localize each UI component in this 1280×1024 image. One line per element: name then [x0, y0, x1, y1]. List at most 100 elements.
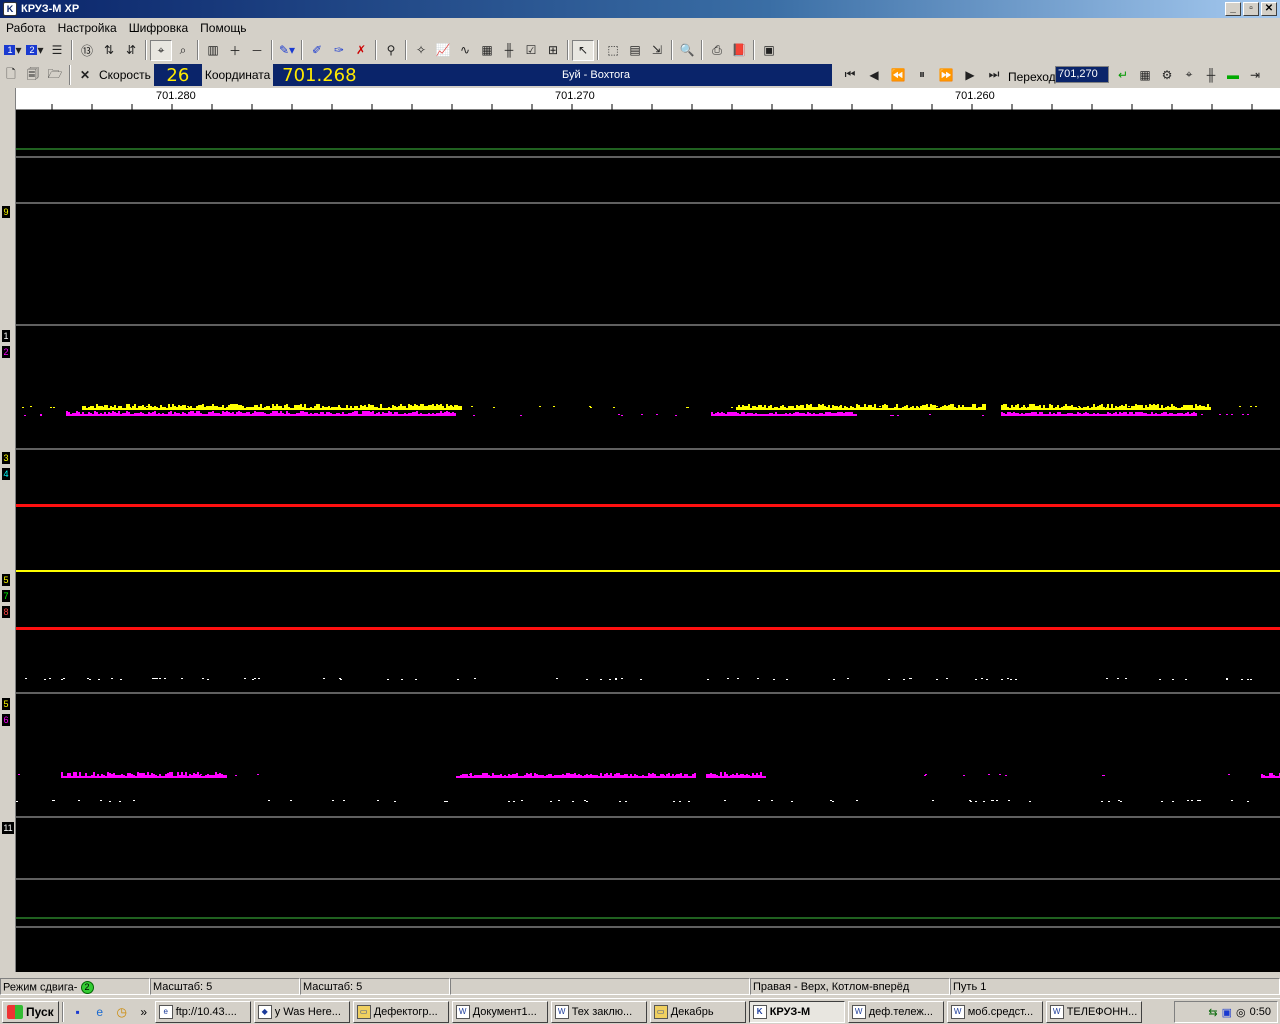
- task-def-bogie[interactable]: Wдеф.тележ...: [847, 1000, 944, 1023]
- channel-marker[interactable]: 3: [2, 452, 10, 464]
- channel-marker[interactable]: 6: [2, 714, 10, 726]
- menu-encoding[interactable]: Шифровка: [123, 21, 194, 35]
- magenta-signal: [710, 773, 712, 778]
- magenta-signal: [61, 772, 63, 778]
- magenta-signal: [522, 776, 524, 778]
- task-ftp[interactable]: e ftp://10.43....: [154, 1000, 251, 1023]
- db-icon[interactable]: ▦: [476, 40, 498, 61]
- sort-asc-icon[interactable]: ⇅: [98, 40, 120, 61]
- channel-marker[interactable]: 5: [2, 698, 10, 710]
- sort-desc-icon[interactable]: ⇵: [120, 40, 142, 61]
- network-icon[interactable]: ⇆: [1208, 1006, 1217, 1019]
- export-icon[interactable]: ⇲: [646, 40, 668, 61]
- marker-edit-icon[interactable]: ✑: [328, 40, 350, 61]
- graph-icon[interactable]: 📈: [432, 40, 454, 61]
- defectogram-plot[interactable]: [16, 110, 1280, 972]
- save-quicklaunch-icon[interactable]: ▪: [67, 1002, 89, 1022]
- ruler-icon[interactable]: ▥: [202, 40, 224, 61]
- step-forward-icon[interactable]: ▶: [958, 64, 982, 85]
- comb-filter-icon[interactable]: ╫: [1200, 64, 1222, 85]
- channel-marker[interactable]: 5: [2, 574, 10, 586]
- task-defect-folder[interactable]: ▭ Дефектогр...: [352, 1000, 449, 1023]
- channel-marker[interactable]: 9: [2, 206, 10, 218]
- channel-marker[interactable]: 2: [2, 346, 10, 358]
- task-mobile-means[interactable]: Wмоб.средст...: [946, 1000, 1043, 1023]
- task-december[interactable]: ▭ Декабрь: [649, 1000, 746, 1023]
- channel-marker[interactable]: 11: [2, 822, 14, 834]
- channel-2-select-icon[interactable]: 2 ▾: [24, 40, 46, 61]
- bars-icon[interactable]: ▤: [624, 40, 646, 61]
- print-icon[interactable]: ⎙: [706, 40, 728, 61]
- channel-marker[interactable]: 1: [2, 330, 10, 342]
- image-icon[interactable]: ▣: [758, 40, 780, 61]
- crosshair-icon[interactable]: ⌖: [1178, 64, 1200, 85]
- book-icon[interactable]: 📕: [728, 40, 750, 61]
- channel-marker[interactable]: 7: [2, 590, 10, 602]
- task-tech-report[interactable]: W Тех заклю...: [550, 1000, 647, 1023]
- menu-work[interactable]: Работа: [0, 21, 52, 35]
- comb-icon[interactable]: ╫: [498, 40, 520, 61]
- tree-icon[interactable]: ⊞: [542, 40, 564, 61]
- ie-quicklaunch-icon[interactable]: e: [89, 1002, 111, 1022]
- green-mode-icon[interactable]: ▬: [1222, 64, 1244, 85]
- go-first-icon[interactable]: ⏮: [838, 64, 862, 85]
- magenta-signal: [731, 412, 733, 416]
- close-file-icon[interactable]: ✕: [74, 65, 96, 86]
- step-back-icon[interactable]: ◀: [862, 64, 886, 85]
- enter-icon[interactable]: ↵: [1112, 64, 1134, 85]
- close-button[interactable]: ✕: [1261, 2, 1277, 16]
- exit-icon[interactable]: ⇥: [1244, 64, 1266, 85]
- white-speckle: [1015, 679, 1017, 680]
- marker-delete-icon[interactable]: ✗: [350, 40, 372, 61]
- checklist-icon[interactable]: ☑: [520, 40, 542, 61]
- cursor-probe-icon[interactable]: ⌖: [150, 39, 172, 61]
- numbered-list-icon[interactable]: ⑬: [76, 40, 98, 61]
- zoom-in-icon[interactable]: ＋: [224, 40, 246, 61]
- task-document1[interactable]: W Документ1...: [451, 1000, 548, 1023]
- clock-quicklaunch-icon[interactable]: ◷: [111, 1002, 133, 1022]
- channel-marker[interactable]: 4: [2, 468, 10, 480]
- start-button[interactable]: Пуск: [2, 1000, 59, 1023]
- select-rect-icon[interactable]: ⬚: [602, 40, 624, 61]
- table-icon[interactable]: ▦: [1134, 64, 1156, 85]
- tray-app-icon[interactable]: ◎: [1236, 1006, 1246, 1019]
- pause-icon[interactable]: ⏸: [910, 64, 934, 85]
- signal-icon[interactable]: ∿: [454, 40, 476, 61]
- task-phone[interactable]: W ТЕЛЕФОНН...: [1045, 1000, 1142, 1023]
- yellow-signal: [408, 404, 410, 410]
- menu-help[interactable]: Помощь: [194, 21, 252, 35]
- new-file-icon[interactable]: 🗋: [0, 65, 22, 86]
- task-kruz-m[interactable]: K КРУЗ-М: [748, 1000, 845, 1023]
- magenta-speckle: [675, 775, 677, 776]
- channel-marker[interactable]: 8: [2, 606, 10, 618]
- fast-forward-icon[interactable]: ⏩: [934, 64, 958, 85]
- marker-add-icon[interactable]: ✐: [306, 40, 328, 61]
- channel-1-select-icon[interactable]: 1 ▾: [2, 40, 24, 61]
- copy-file-icon[interactable]: 🗐: [22, 65, 44, 86]
- restore-button[interactable]: ▫: [1243, 2, 1259, 16]
- search-icon[interactable]: ⚲: [380, 40, 402, 61]
- settings-sliders-icon[interactable]: ⚙: [1156, 64, 1178, 85]
- signal-canvas[interactable]: [16, 110, 1280, 972]
- magenta-signal: [849, 412, 851, 416]
- fast-back-icon[interactable]: ⏪: [886, 64, 910, 85]
- yellow-signal: [1089, 408, 1091, 410]
- minimize-button[interactable]: _: [1225, 2, 1241, 16]
- task-was-here[interactable]: ◆ y Was Here...: [253, 1000, 350, 1023]
- pointer-icon[interactable]: ↖: [572, 39, 594, 61]
- go-last-icon[interactable]: ⏭: [982, 64, 1006, 85]
- more-quicklaunch-icon[interactable]: »: [133, 1002, 155, 1022]
- menu-settings[interactable]: Настройка: [52, 21, 123, 35]
- defect-icon[interactable]: ✧: [410, 40, 432, 61]
- magenta-speckle: [150, 414, 152, 415]
- magenta-signal: [1067, 413, 1069, 416]
- preview-icon[interactable]: 🔍: [676, 40, 698, 61]
- magenta-signal: [260, 412, 262, 416]
- zoom-out-icon[interactable]: －: [246, 40, 268, 61]
- monitor-icon[interactable]: ▣: [1222, 1006, 1232, 1019]
- goto-input[interactable]: 701,270: [1055, 66, 1109, 83]
- list-icon[interactable]: ☰: [46, 40, 68, 61]
- pen-icon[interactable]: ✎▾: [276, 40, 298, 61]
- open-folder-icon[interactable]: 🗁: [44, 65, 66, 86]
- measure-icon[interactable]: ⌕: [172, 40, 194, 61]
